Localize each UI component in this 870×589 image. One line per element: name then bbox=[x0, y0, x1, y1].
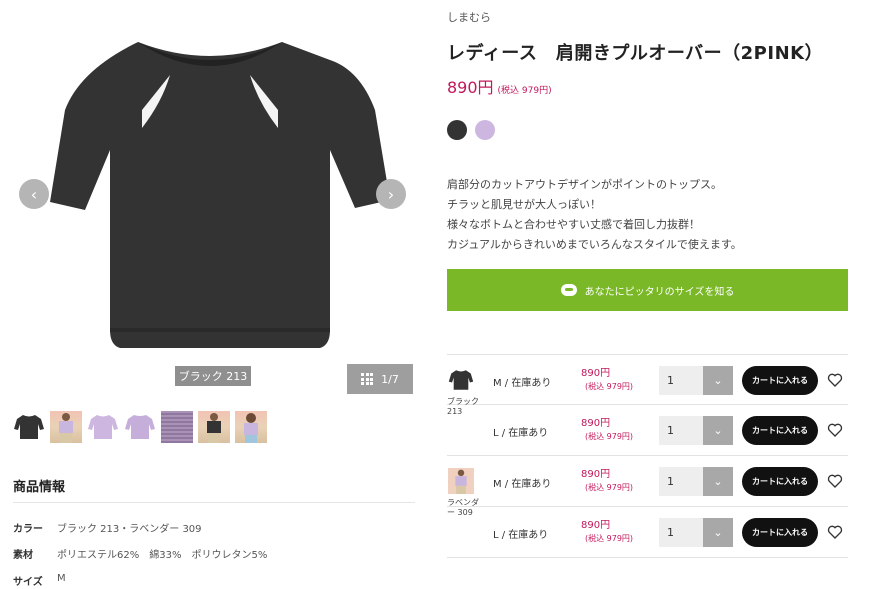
heart-icon[interactable] bbox=[827, 422, 843, 438]
size-fit-button[interactable]: あなたにピッタリのサイズを知る bbox=[447, 269, 848, 311]
add-to-cart-button[interactable]: カートに入れる bbox=[742, 366, 818, 395]
row-price: 890円 (税込 979円) bbox=[581, 519, 633, 545]
tape-measure-icon bbox=[560, 284, 577, 296]
stock-row: L / 在庫あり 890円 (税込 979円) 1 ⌄ カートに入れる bbox=[447, 405, 848, 456]
quantity-value: 1 bbox=[659, 467, 703, 496]
chevron-right-icon: › bbox=[387, 184, 395, 204]
info-row-material: 素材 ポリエステル62% 綿33% ポリウレタン5% bbox=[13, 546, 267, 561]
row-thumbnail-lavender bbox=[448, 468, 474, 494]
gallery-prev-button[interactable]: ‹ bbox=[19, 179, 49, 209]
product-info-heading: 商品情報 bbox=[13, 480, 66, 495]
quantity-select[interactable]: 1 ⌄ bbox=[659, 416, 733, 445]
info-value: ブラック 213・ラベンダー 309 bbox=[57, 524, 202, 535]
row-price-tax: (税込 979円) bbox=[585, 382, 634, 391]
info-key: カラー bbox=[13, 524, 43, 535]
product-price: 890円 (税込 979円) bbox=[447, 74, 552, 98]
row-price-value: 890円 bbox=[581, 520, 611, 531]
row-price: 890円 (税込 979円) bbox=[581, 468, 633, 494]
stock-row: L / 在庫あり 890円 (税込 979円) 1 ⌄ カートに入れる bbox=[447, 507, 848, 558]
row-price-value: 890円 bbox=[581, 368, 611, 379]
gallery-counter: 1/7 bbox=[381, 372, 399, 386]
heart-icon[interactable] bbox=[827, 372, 843, 388]
info-key: サイズ bbox=[13, 577, 43, 588]
thumbnail-model-photo-2[interactable] bbox=[198, 411, 230, 443]
brand-name: しまむら bbox=[447, 11, 491, 24]
heart-icon[interactable] bbox=[827, 524, 843, 540]
price-tax: (税込 979円) bbox=[497, 86, 552, 96]
description-line: カジュアルからきれいめまでいろんなスタイルで使えます。 bbox=[447, 238, 742, 251]
size-fit-label: あなたにピッタリのサイズを知る bbox=[584, 286, 735, 298]
chevron-down-icon[interactable]: ⌄ bbox=[703, 518, 733, 547]
product-title: レディース 肩開きプルオーバー（2PINK） bbox=[447, 43, 824, 64]
info-value: M bbox=[57, 573, 66, 584]
quantity-select[interactable]: 1 ⌄ bbox=[659, 366, 733, 395]
thumbnail-black-top[interactable] bbox=[13, 411, 45, 443]
add-to-cart-button[interactable]: カートに入れる bbox=[742, 518, 818, 547]
description-line: 肩部分のカットアウトデザインがポイントのトップス。 bbox=[447, 178, 722, 191]
thumbnail-knit-detail[interactable] bbox=[161, 411, 193, 443]
row-size-stock: M / 在庫あり bbox=[493, 479, 552, 490]
row-size-stock: L / 在庫あり bbox=[493, 428, 549, 439]
info-row-size: サイズ M bbox=[13, 573, 66, 588]
gallery-grid-button[interactable]: 1/7 bbox=[347, 364, 413, 394]
row-size-stock: L / 在庫あり bbox=[493, 530, 549, 541]
thumbnail-model-photo[interactable] bbox=[50, 411, 82, 443]
gallery-next-button[interactable]: › bbox=[376, 179, 406, 209]
row-thumbnail-black bbox=[448, 370, 474, 390]
chevron-down-icon[interactable]: ⌄ bbox=[703, 416, 733, 445]
grid-icon bbox=[361, 373, 374, 385]
image-color-caption: ブラック 213 bbox=[175, 366, 251, 386]
chevron-left-icon: ‹ bbox=[30, 184, 38, 204]
heart-icon[interactable] bbox=[827, 473, 843, 489]
quantity-select[interactable]: 1 ⌄ bbox=[659, 467, 733, 496]
divider bbox=[13, 502, 415, 503]
product-description: 肩部分のカットアウトデザインがポイントのトップス。 チラッと肌見せが大人っぽい！… bbox=[447, 175, 742, 255]
quantity-value: 1 bbox=[659, 416, 703, 445]
stock-row: ラベンダー 309 M / 在庫あり 890円 (税込 979円) 1 ⌄ カー… bbox=[447, 456, 848, 517]
stock-row: ブラック 213 M / 在庫あり 890円 (税込 979円) 1 ⌄ カート… bbox=[447, 354, 848, 416]
row-price-tax: (税込 979円) bbox=[585, 432, 634, 441]
quantity-select[interactable]: 1 ⌄ bbox=[659, 518, 733, 547]
add-to-cart-button[interactable]: カートに入れる bbox=[742, 467, 818, 496]
thumbnail-lavender-top[interactable] bbox=[87, 411, 119, 443]
row-price-tax: (税込 979円) bbox=[585, 483, 634, 492]
info-value: ポリエステル62% 綿33% ポリウレタン5% bbox=[57, 550, 268, 561]
price-value: 890円 bbox=[447, 78, 494, 97]
description-line: 様々なボトムと合わせやすい丈感で着回し力抜群！ bbox=[447, 218, 700, 231]
color-swatches bbox=[447, 120, 495, 140]
info-row-color: カラー ブラック 213・ラベンダー 309 bbox=[13, 520, 202, 535]
row-price-value: 890円 bbox=[581, 418, 611, 429]
description-line: チラッと肌見せが大人っぽい！ bbox=[447, 198, 601, 211]
product-main-image bbox=[50, 42, 390, 348]
thumbnail-strip bbox=[13, 411, 267, 443]
thumbnail-lavender-top-back[interactable] bbox=[124, 411, 156, 443]
product-gallery: ‹ › ブラック 213 1/7 bbox=[0, 0, 430, 400]
row-price: 890円 (税込 979円) bbox=[581, 367, 633, 393]
row-price-tax: (税込 979円) bbox=[585, 534, 634, 543]
info-key: 素材 bbox=[13, 550, 33, 561]
quantity-value: 1 bbox=[659, 518, 703, 547]
chevron-down-icon[interactable]: ⌄ bbox=[703, 467, 733, 496]
add-to-cart-button[interactable]: カートに入れる bbox=[742, 416, 818, 445]
chevron-down-icon[interactable]: ⌄ bbox=[703, 366, 733, 395]
swatch-lavender[interactable] bbox=[475, 120, 495, 140]
row-size-stock: M / 在庫あり bbox=[493, 378, 552, 389]
row-price-value: 890円 bbox=[581, 469, 611, 480]
swatch-black[interactable] bbox=[447, 120, 467, 140]
thumbnail-model-photo-3[interactable] bbox=[235, 411, 267, 443]
row-price: 890円 (税込 979円) bbox=[581, 417, 633, 443]
quantity-value: 1 bbox=[659, 366, 703, 395]
